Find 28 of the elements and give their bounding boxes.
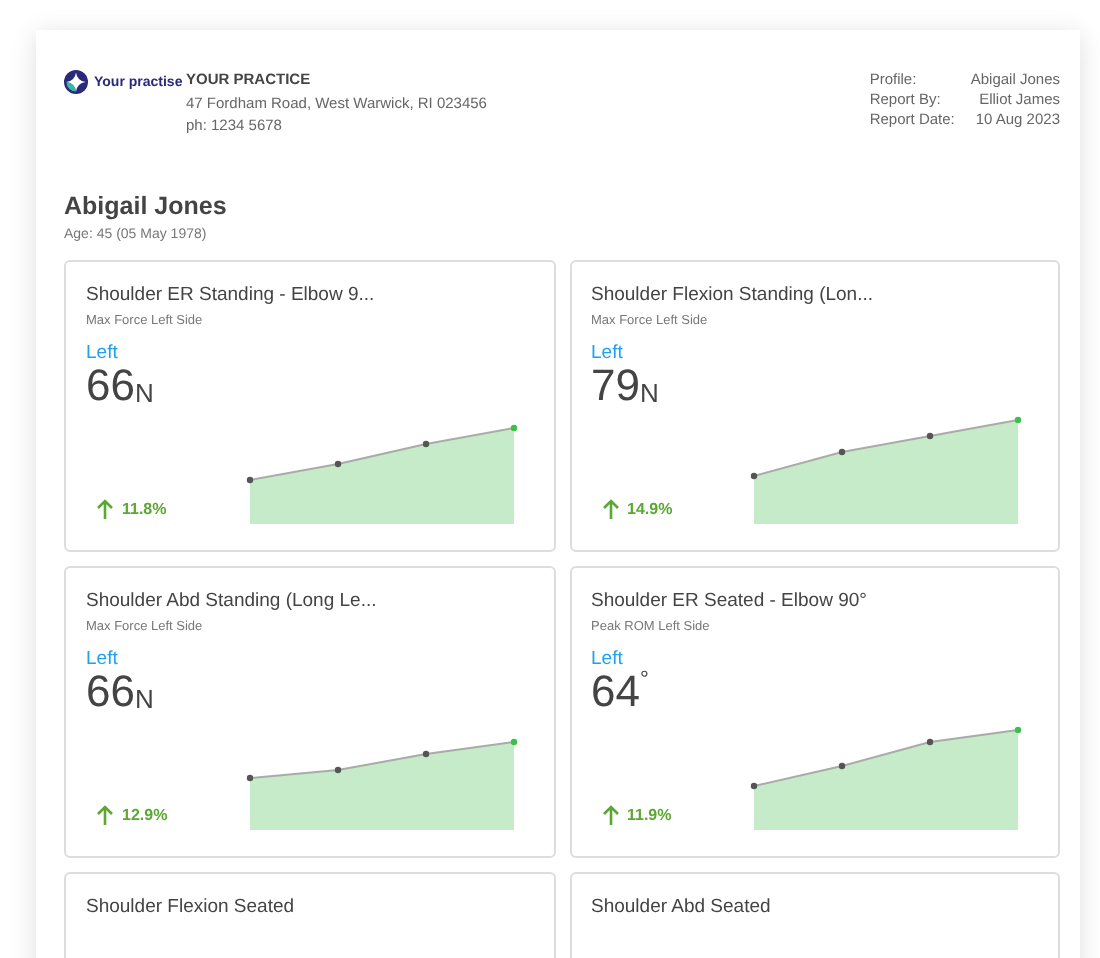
change-percent: 14.9% <box>627 500 673 518</box>
side-label: Left <box>591 648 625 670</box>
side-label: Left <box>591 342 625 364</box>
change-percent: 12.9% <box>122 806 168 824</box>
card-title: Shoulder Abd Seated <box>591 896 773 918</box>
side-label: Left <box>86 342 120 364</box>
metric-unit: N <box>134 686 154 714</box>
up-arrow-icon <box>601 804 619 826</box>
metric-unit: N <box>639 380 659 408</box>
card-title: Shoulder Flexion Seated <box>86 896 297 918</box>
card-title: Shoulder Flexion Standing (Lon... <box>591 284 876 306</box>
up-arrow-icon <box>96 804 114 826</box>
metric-value: 66 <box>86 364 135 408</box>
card-title: Shoulder ER Seated - Elbow 90° <box>591 590 869 612</box>
change-percent: 11.8% <box>122 500 167 518</box>
metric-value: 79 <box>591 364 640 408</box>
patient-name: Abigail Jones <box>64 192 229 220</box>
metric-unit: N <box>134 380 154 408</box>
metric-value: 64 <box>591 670 640 714</box>
metric-unit: ° <box>639 670 649 694</box>
change-percent: 11.9% <box>627 806 672 824</box>
logo-icon <box>64 70 88 94</box>
side-label: Left <box>86 648 120 670</box>
card-title: Shoulder Abd Standing (Long Le... <box>86 590 379 612</box>
card-title: Shoulder ER Standing - Elbow 9... <box>86 284 377 306</box>
metric-value: 66 <box>86 670 135 714</box>
up-arrow-icon <box>96 498 114 520</box>
up-arrow-icon <box>601 498 619 520</box>
